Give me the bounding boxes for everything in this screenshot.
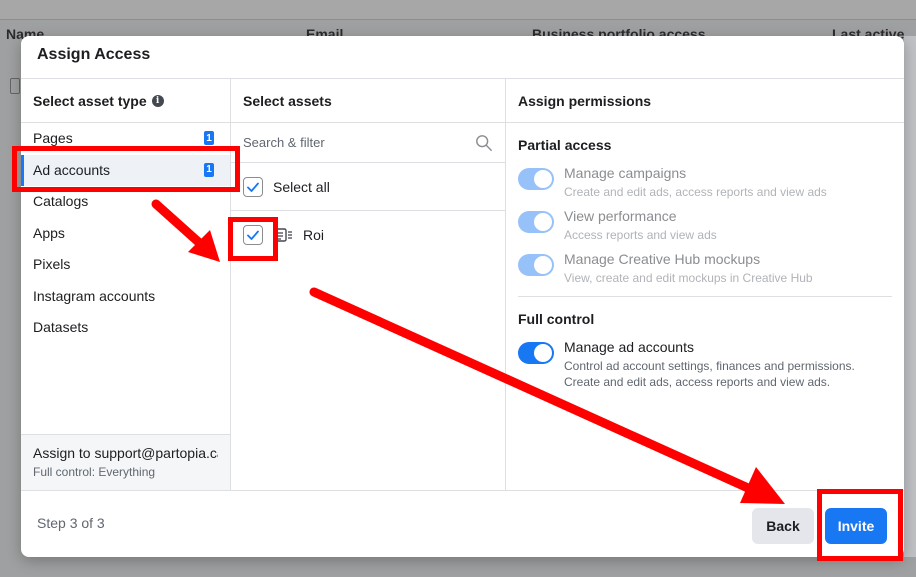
permission-text: Manage campaigns Create and edit ads, ac… bbox=[564, 165, 827, 200]
permission-manage-campaigns: Manage campaigns Create and edit ads, ac… bbox=[506, 161, 904, 204]
manage-ad-accounts-toggle[interactable] bbox=[518, 342, 554, 364]
assign-to-text: Assign to support@partopia.ca bbox=[33, 445, 218, 461]
dialog-footer: Step 3 of 3 Back Invite bbox=[21, 490, 904, 557]
partial-access-title: Partial access bbox=[518, 137, 612, 153]
annotation-box-ad-accounts bbox=[12, 146, 240, 192]
asset-type-datasets[interactable]: Datasets bbox=[21, 312, 230, 344]
permission-creative-hub: Manage Creative Hub mockups View, create… bbox=[506, 247, 904, 290]
permission-desc: View, create and edit mockups in Creativ… bbox=[564, 271, 813, 285]
search-icon[interactable] bbox=[475, 134, 493, 152]
asset-type-apps[interactable]: Apps bbox=[21, 218, 230, 250]
search-input[interactable] bbox=[243, 135, 463, 150]
full-control-title: Full control bbox=[518, 311, 595, 327]
asset-type-instagram-accounts[interactable]: Instagram accounts bbox=[21, 281, 230, 313]
asset-label: Roi bbox=[303, 227, 325, 243]
permission-text: View performance Access reports and view… bbox=[564, 208, 717, 243]
permission-title: Manage ad accounts bbox=[564, 339, 694, 355]
info-icon[interactable]: i bbox=[151, 94, 164, 107]
permission-title: Manage campaigns bbox=[564, 165, 687, 181]
assign-permissions-header: Assign permissions bbox=[506, 79, 904, 123]
asset-type-label: Pages bbox=[33, 130, 73, 146]
asset-type-label: Instagram accounts bbox=[33, 287, 156, 304]
annotation-box-asset-checkbox bbox=[228, 217, 278, 261]
permission-desc: Create and edit ads, access reports and … bbox=[564, 185, 827, 199]
search-row bbox=[231, 123, 505, 163]
asset-type-label: Datasets bbox=[33, 319, 89, 335]
dialog-title: Assign Access bbox=[37, 46, 151, 63]
permission-text: Manage ad accounts Control ad account se… bbox=[564, 339, 892, 390]
checkmark-icon bbox=[247, 182, 259, 192]
select-assets-panel: Select assets Select all bbox=[231, 78, 506, 490]
asset-type-header-label: Select asset type bbox=[33, 92, 147, 109]
asset-type-header: Select asset type i bbox=[21, 79, 230, 123]
permission-manage-ad-accounts: Manage ad accounts Control ad account se… bbox=[506, 335, 904, 394]
creative-hub-toggle[interactable] bbox=[518, 254, 554, 276]
select-assets-header: Select assets bbox=[231, 79, 505, 123]
assign-permissions-panel: Assign permissions Partial access Manage… bbox=[506, 78, 904, 490]
step-indicator: Step 3 of 3 bbox=[37, 515, 105, 531]
manage-campaigns-toggle[interactable] bbox=[518, 168, 554, 190]
view-performance-toggle[interactable] bbox=[518, 211, 554, 233]
select-all-row[interactable]: Select all bbox=[231, 163, 505, 211]
assign-summary: Assign to support@partopia.ca Full contr… bbox=[21, 434, 230, 490]
permission-desc: Access reports and view ads bbox=[564, 228, 717, 242]
back-button[interactable]: Back bbox=[752, 508, 814, 544]
page-scrollbar[interactable] bbox=[904, 36, 916, 557]
select-all-checkbox[interactable] bbox=[243, 176, 263, 197]
permission-title: Manage Creative Hub mockups bbox=[564, 251, 761, 267]
asset-type-panel: Select asset type i Pages 1 Ad accounts … bbox=[21, 78, 231, 490]
select-all-label: Select all bbox=[273, 178, 330, 195]
permission-desc: Control ad account settings, finances an… bbox=[564, 359, 855, 389]
assign-summary-text: Full control: Everything bbox=[33, 465, 156, 479]
asset-type-pixels[interactable]: Pixels bbox=[21, 249, 230, 281]
permission-title: View performance bbox=[564, 208, 677, 224]
permission-view-performance: View performance Access reports and view… bbox=[506, 204, 904, 247]
asset-type-label: Catalogs bbox=[33, 193, 89, 209]
asset-type-label: Pixels bbox=[33, 256, 71, 272]
annotation-box-invite bbox=[817, 489, 903, 561]
count-badge: 1 bbox=[204, 131, 214, 145]
assign-access-dialog: Assign Access Select asset type i Pages … bbox=[21, 36, 904, 557]
asset-type-label: Apps bbox=[33, 224, 65, 241]
permission-text: Manage Creative Hub mockups View, create… bbox=[564, 251, 813, 286]
